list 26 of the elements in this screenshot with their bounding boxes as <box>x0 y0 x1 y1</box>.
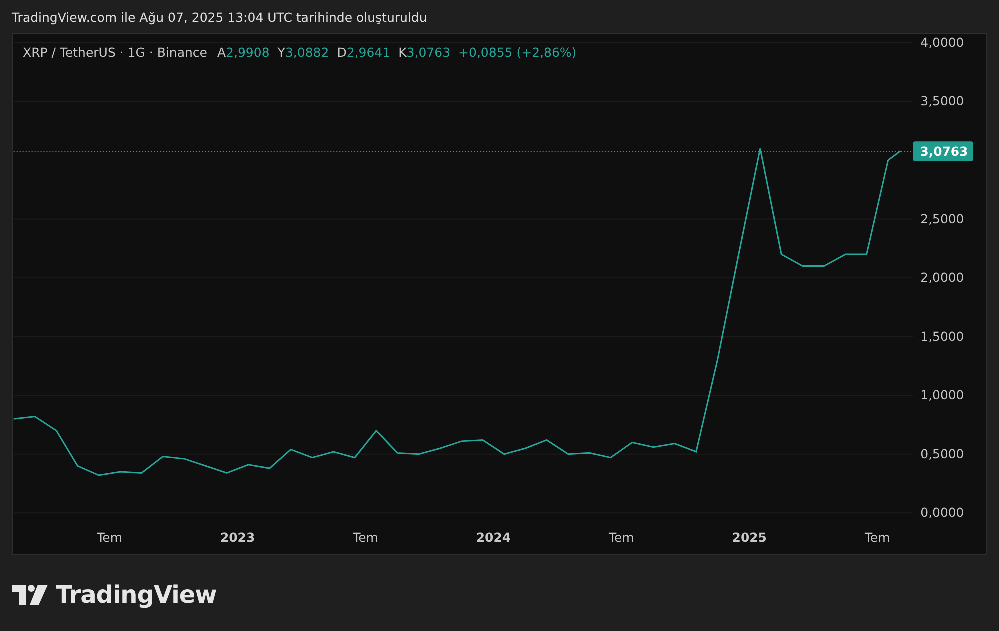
time-axis-label: Tem <box>97 530 122 546</box>
price-axis-label: 0,5000 <box>920 446 964 462</box>
last-price-badge: 3,0763 <box>913 142 974 162</box>
time-axis-label: 2024 <box>476 530 512 546</box>
price-axis-label: 1,5000 <box>920 328 964 344</box>
symbol-label: XRP / TetherUS · 1G · Binance <box>23 45 208 60</box>
ohlc-value: K3,0763 <box>398 45 451 60</box>
ohlc-value: Y3,0882 <box>278 45 330 60</box>
time-axis-label: 2025 <box>732 530 767 546</box>
time-axis-label: Tem <box>864 530 890 546</box>
price-change: +0,0855 (+2,86%) <box>458 45 577 60</box>
price-axis-label: 3,5000 <box>920 94 964 109</box>
price-axis-label: 4,0000 <box>920 34 964 50</box>
price-axis-label: 2,5000 <box>920 211 964 226</box>
time-axis-label: Tem <box>609 530 634 546</box>
brand-name: TradingView <box>56 581 217 609</box>
ohlc-value: D2,9641 <box>337 45 391 60</box>
time-axis-label: 2023 <box>220 530 256 546</box>
time-axis-label: Tem <box>353 530 378 546</box>
chart-caption: TradingView.com ile Ağu 07, 2025 13:04 UTC tarihinde oluşturuldu <box>12 9 428 27</box>
price-axis-label: 2,0000 <box>920 270 964 286</box>
price-axis-label: 1,0000 <box>920 388 964 403</box>
ohlc-value: A2,9908 <box>217 45 270 60</box>
ref-line-label: 3,0763 <box>920 144 968 160</box>
price-axis-label: 0,0000 <box>920 505 964 520</box>
logo-icon <box>12 585 48 605</box>
